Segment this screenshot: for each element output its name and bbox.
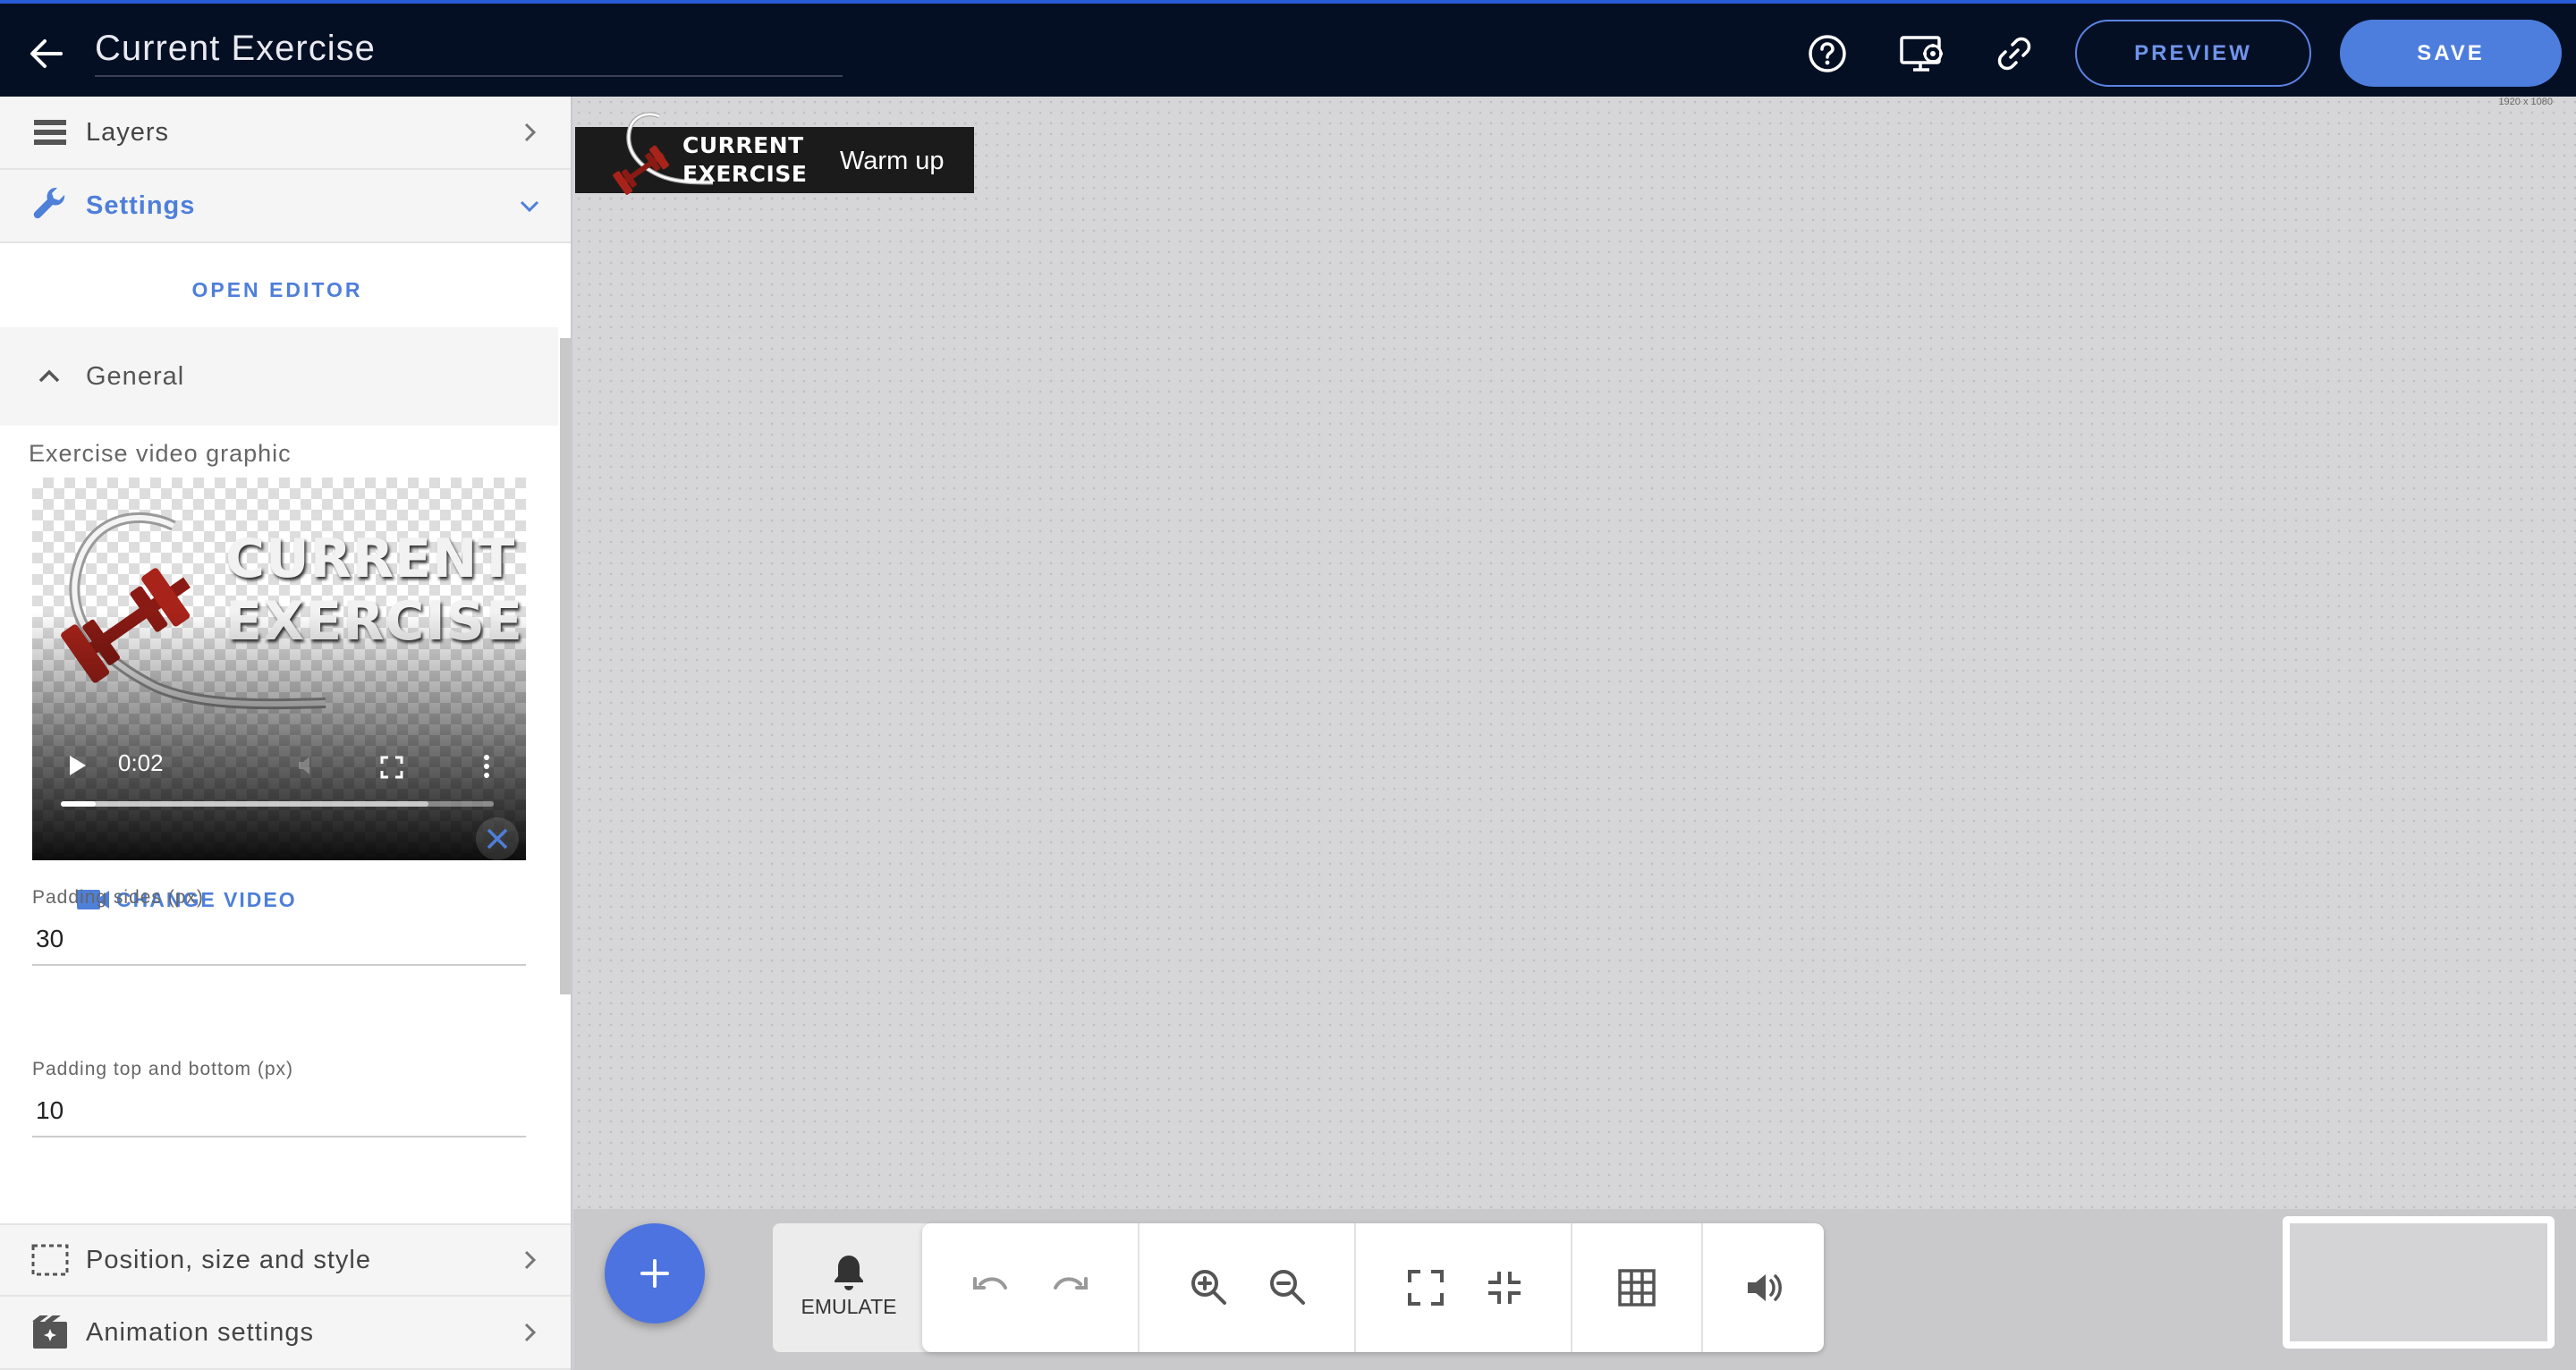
video-time: 0:02 xyxy=(118,749,164,776)
padding-tb-input[interactable]: 10 xyxy=(32,1087,526,1137)
layers-icon xyxy=(30,113,70,152)
layers-section[interactable]: Layers xyxy=(0,97,571,170)
undo-icon[interactable] xyxy=(968,1264,1014,1311)
sidebar: Layers Settings OPEN EDITOR General Exer… xyxy=(0,97,572,1370)
zoom-in-icon[interactable] xyxy=(1186,1264,1233,1311)
chevron-right-icon xyxy=(517,1247,542,1273)
grid-icon[interactable] xyxy=(1614,1264,1660,1311)
position-size-style-section[interactable]: Position, size and style xyxy=(0,1223,571,1297)
save-button[interactable]: SAVE xyxy=(2340,20,2562,87)
title-input[interactable]: Current Exercise xyxy=(95,23,843,77)
settings-label: Settings xyxy=(86,190,196,220)
help-icon[interactable] xyxy=(1806,32,1849,75)
video-field-label: Exercise video graphic xyxy=(29,440,292,467)
fullscreen-icon[interactable] xyxy=(379,755,404,780)
position-label: Position, size and style xyxy=(86,1245,371,1274)
video-player[interactable]: CURRENT EXERCISE 0:02 xyxy=(32,478,526,860)
play-icon[interactable] xyxy=(64,753,89,778)
plus-icon xyxy=(640,1259,669,1288)
back-arrow-icon[interactable] xyxy=(25,32,68,75)
animation-label: Animation settings xyxy=(86,1317,314,1347)
video-thumb-line1: CURRENT xyxy=(225,528,516,590)
open-editor-button[interactable]: OPEN EDITOR xyxy=(161,268,394,311)
top-bar: Current Exercise PREVIEW SAVE xyxy=(0,0,2576,97)
mute-icon[interactable] xyxy=(295,753,320,778)
video-progress-bar[interactable] xyxy=(61,801,494,807)
chevron-up-icon xyxy=(36,363,63,390)
general-label: General xyxy=(86,361,185,391)
volume-icon[interactable] xyxy=(1741,1264,1787,1311)
canvas-toolbar xyxy=(922,1223,1824,1352)
bell-icon xyxy=(835,1256,863,1290)
lower-third-graphic[interactable]: CURRENT EXERCISE Warm up xyxy=(575,112,974,195)
lower-third-subtitle: Warm up xyxy=(840,147,945,175)
link-icon[interactable] xyxy=(1993,32,2036,75)
lower-third-line1: CURRENT xyxy=(682,132,804,158)
video-controls: 0:02 xyxy=(32,737,526,860)
redo-icon[interactable] xyxy=(1046,1264,1093,1311)
padding-tb-label: Padding top and bottom (px) xyxy=(32,1059,294,1079)
canvas-minimap[interactable] xyxy=(2283,1216,2555,1349)
zoom-out-icon[interactable] xyxy=(1265,1264,1311,1311)
padding-sides-input[interactable]: 30 xyxy=(32,916,526,966)
general-section[interactable]: General xyxy=(0,327,558,426)
padding-sides-label: Padding sides (px) xyxy=(32,887,204,908)
emulate-label: EMULATE xyxy=(801,1295,897,1318)
remove-video-icon[interactable] xyxy=(476,817,519,860)
display-settings-icon[interactable] xyxy=(1899,32,1943,75)
settings-section[interactable]: Settings xyxy=(0,170,571,243)
chevron-right-icon xyxy=(517,120,542,145)
add-layer-button[interactable] xyxy=(605,1223,705,1323)
animation-settings-section[interactable]: Animation settings xyxy=(0,1297,571,1370)
selection-box-icon xyxy=(30,1240,70,1280)
wrench-icon xyxy=(30,186,70,225)
more-options-icon[interactable] xyxy=(479,753,494,780)
chevron-down-icon xyxy=(517,193,542,218)
design-canvas[interactable]: 1920 x 1080 CURRENT EXERCISE Warm up xyxy=(573,97,2576,1209)
chevron-right-icon xyxy=(517,1320,542,1345)
sidebar-scrollbar[interactable] xyxy=(560,338,571,994)
page-title: Current Exercise xyxy=(95,29,376,68)
movie-sparkle-icon xyxy=(30,1313,70,1352)
layers-label: Layers xyxy=(86,117,170,147)
resolution-label: 1920 x 1080 xyxy=(2498,97,2553,107)
preview-button[interactable]: PREVIEW xyxy=(2075,20,2311,87)
lower-third-line2: EXERCISE xyxy=(682,161,808,187)
fit-to-screen-icon[interactable] xyxy=(1402,1264,1449,1311)
exit-fit-icon[interactable] xyxy=(1481,1264,1528,1311)
